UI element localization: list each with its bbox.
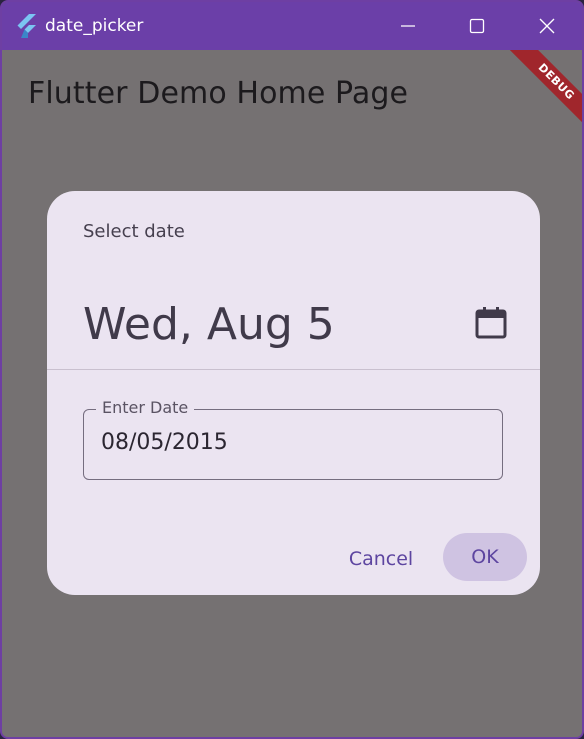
calendar-icon [475, 307, 507, 339]
dialog-header-label: Select date [83, 221, 185, 242]
date-input-field[interactable]: Enter Date [83, 398, 503, 480]
date-field-label: Enter Date [96, 398, 195, 417]
flutter-logo-icon [16, 14, 38, 38]
minimize-button[interactable] [375, 2, 441, 50]
date-picker-dialog: Select date Wed, Aug 5 Enter Date Cancel… [47, 191, 540, 595]
maximize-icon [469, 18, 485, 34]
calendar-mode-button[interactable] [471, 303, 511, 343]
window-title: date_picker [45, 16, 144, 36]
minimize-icon [401, 25, 415, 27]
date-input[interactable] [101, 430, 481, 455]
page-title: Flutter Demo Home Page [28, 76, 409, 111]
debug-banner: DEBUG [490, 50, 582, 142]
maximize-button[interactable] [444, 2, 510, 50]
ok-button[interactable]: OK [443, 533, 527, 581]
app-window: date_picker Flutter Demo Home Page DEBUG… [0, 0, 584, 739]
title-bar[interactable]: date_picker [2, 2, 582, 50]
debug-banner-label: DEBUG [499, 50, 582, 139]
close-icon [539, 18, 555, 34]
cancel-button[interactable]: Cancel [337, 535, 425, 583]
app-content: Flutter Demo Home Page DEBUG Select date… [2, 50, 582, 737]
header-divider [47, 369, 540, 370]
selected-date-headline: Wed, Aug 5 [83, 299, 335, 350]
close-button[interactable] [514, 2, 580, 50]
